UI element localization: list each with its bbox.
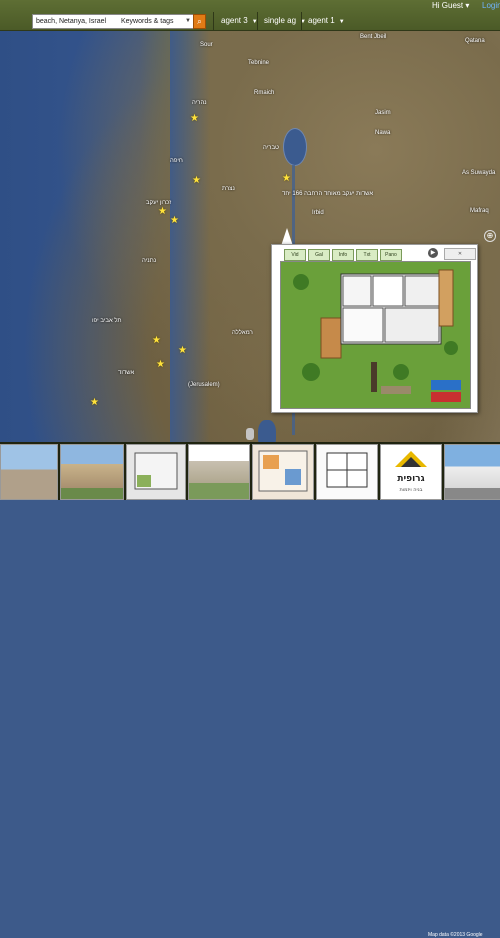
thumbnail[interactable] [0,444,58,500]
property-marker-star[interactable]: ★ [170,216,179,226]
street-view-pegman-icon[interactable] [246,428,254,440]
map-label: נהריה [192,100,207,106]
menu-label: agent 3 [221,16,248,25]
divider [257,12,258,30]
search-icon: ⌕ [197,17,202,26]
logo-text: גרופית [397,474,424,484]
chevron-down-icon: ▼ [185,18,191,24]
map-label: תל אביב יפו [92,318,122,324]
popup-close-button[interactable]: ✕ [444,248,476,260]
tab-info[interactable]: Info [332,249,354,261]
tab-gallery[interactable]: Gal [308,249,330,261]
floor-plan-image [280,261,471,409]
property-marker-star[interactable]: ★ [192,176,201,186]
thumbnail[interactable] [252,444,314,500]
map-label: Rmaich [254,90,275,96]
map-label: נתניה [142,258,157,264]
guest-label: Hi Guest [432,1,464,10]
map-label: נצרת [222,186,235,192]
divider [213,12,214,30]
map-pan-control[interactable]: ⊕ [484,230,496,242]
menu-single-ag[interactable]: single ag ▼ [264,14,306,28]
tab-video[interactable]: Vid [284,249,306,261]
location-search-input[interactable]: beach, Netanya, Israel [36,15,116,28]
map-label: טבריה [263,145,279,151]
property-address-label: אשדות יעקב מאוחד הרחבה 166 יחד [282,191,374,197]
floor-plan-thumbnail [258,450,308,492]
top-toolbar: beach, Netanya, Israel Keywords & tags ▼… [0,0,500,31]
menu-label: agent 1 [308,16,335,25]
property-marker-star[interactable]: ★ [158,207,167,217]
map-label: Sour [200,42,213,48]
keywords-tags-dropdown[interactable]: Keywords & tags [121,15,183,28]
thumbnail[interactable]: גרופית בניה ויזמות [380,444,442,500]
play-icon[interactable]: ▶ [428,248,438,258]
thumbnail[interactable] [188,444,250,500]
thumbnail[interactable] [316,444,378,500]
map-label: Bent Jbeil [360,34,387,40]
menu-agent-1[interactable]: agent 1 ▼ [308,14,345,28]
thumbnail-strip: גרופית בניה ויזמות Map data ©2013 Google [0,442,500,938]
map-label: Jasim [375,110,391,116]
thumbnail[interactable] [444,444,500,500]
thumbnail[interactable] [60,444,124,500]
property-marker-star[interactable]: ★ [156,360,165,370]
map-label: רמאללה [232,330,253,336]
map-label: אשדוד [118,370,135,376]
thumbnail[interactable] [126,444,186,500]
sea-of-galilee [283,128,307,166]
menu-label: single ag [264,16,297,25]
search-button[interactable]: ⌕ [193,14,206,29]
tab-panorama[interactable]: Pano [380,249,402,261]
property-marker-star[interactable]: ★ [178,346,187,356]
map-attribution: Map data ©2013 Google [428,932,483,938]
property-marker-star[interactable]: ★ [152,336,161,346]
property-marker-star[interactable]: ★ [190,114,199,124]
map-label: Nawa [375,130,391,136]
map-label: Mafraq [470,208,489,214]
map-label: Qatana [465,38,485,44]
company-logo: גרופית בניה ויזמות [395,451,427,493]
chevron-down-icon: ▼ [338,19,345,25]
property-info-popup: Vid Gal Info Txt Pano ▶ ✕ [271,244,478,413]
user-menu[interactable]: Hi Guest ▾ [432,1,469,10]
login-link[interactable]: Login [482,1,500,10]
floor-plan-drawing [281,262,470,408]
map-label: (Jerusalem) [188,382,220,388]
floor-plan-thumbnail [326,452,368,488]
floor-plan-thumbnail [134,452,178,490]
logo-subtext: בניה ויזמות [399,487,422,493]
tab-text[interactable]: Txt [356,249,378,261]
menu-agent-3[interactable]: agent 3 ▼ [221,14,258,28]
search-box: beach, Netanya, Israel Keywords & tags ▼ [32,14,194,29]
property-marker-star[interactable]: ★ [90,398,99,408]
divider [301,12,302,30]
map-label: חיפה [170,158,183,164]
map-label: Tebnine [248,60,270,66]
map-label: As Suwayda [462,170,496,176]
map-label: Irbid [312,210,324,216]
property-marker-star[interactable]: ★ [282,174,291,184]
